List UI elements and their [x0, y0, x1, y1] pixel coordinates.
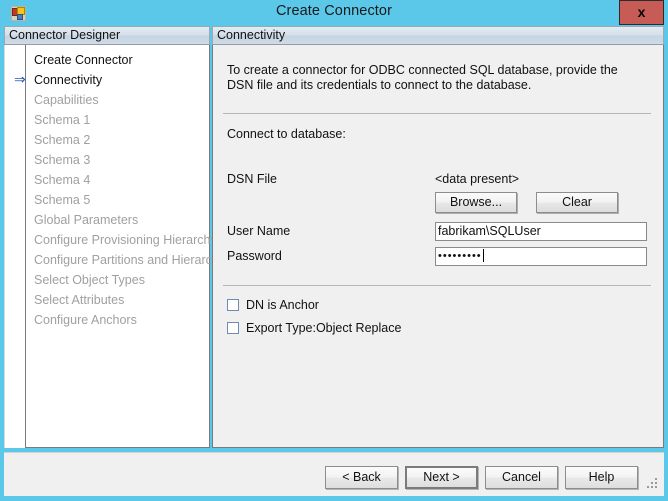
user-name-label: User Name	[227, 224, 291, 238]
sidebar-item-label: Capabilities	[34, 93, 99, 107]
text-caret	[482, 249, 484, 262]
resize-grip-dot	[651, 486, 653, 488]
sidebar-item-label: Schema 5	[34, 193, 91, 207]
cancel-button[interactable]: Cancel	[485, 466, 558, 489]
connectivity-header: Connectivity	[212, 26, 664, 45]
window-title: Create Connector	[275, 3, 393, 19]
export-type-object-replace-label: Export Type:Object Replace	[246, 321, 402, 335]
sidebar-item-label: Select Object Types	[34, 273, 145, 287]
connect-to-database-label: Connect to database:	[227, 127, 346, 141]
sidebar-item-label: Global Parameters	[34, 213, 139, 227]
connectivity-content: To create a connector for ODBC connected…	[212, 45, 664, 448]
password-masked-value: •••••••••	[438, 250, 482, 262]
browse-button[interactable]: Browse...	[435, 192, 517, 213]
sidebar-item-label: Create Connector	[34, 53, 133, 67]
resize-grip-dot	[655, 486, 657, 488]
dn-is-anchor-label: DN is Anchor	[246, 298, 319, 312]
password-label: Password	[227, 249, 282, 263]
divider-top	[223, 113, 651, 114]
sidebar-item-configure-partitions-and-hierarchies[interactable]: Configure Partitions and Hierarchies	[4, 250, 235, 270]
user-name-input[interactable]: fabrikam\SQLUser	[435, 222, 647, 241]
next-button[interactable]: Next >	[405, 466, 478, 489]
sidebar-item-select-object-types[interactable]: Select Object Types	[4, 270, 210, 290]
export-type-object-replace-checkbox[interactable]	[227, 322, 239, 334]
sidebar-item-schema-5[interactable]: Schema 5	[4, 190, 210, 210]
sidebar-item-schema-2[interactable]: Schema 2	[4, 130, 210, 150]
dialog-footer: < Back Next > Cancel Help	[4, 452, 664, 496]
connectivity-panel: Connectivity To create a connector for O…	[212, 26, 664, 448]
resize-grip-dot	[655, 478, 657, 480]
sidebar-item-create-connector[interactable]: Create Connector	[4, 50, 210, 70]
title-bar: Create Connector x	[0, 0, 668, 26]
clear-button[interactable]: Clear	[536, 192, 618, 213]
resize-grip-dot	[647, 486, 649, 488]
resize-grip-dot	[655, 482, 657, 484]
sidebar-item-label: Schema 1	[34, 113, 91, 127]
sidebar-item-label: Configure Anchors	[34, 313, 137, 327]
sidebar-item-configure-anchors[interactable]: Configure Anchors	[4, 310, 210, 330]
connector-designer-header: Connector Designer	[4, 26, 210, 45]
sidebar-item-label: Select Attributes	[34, 293, 125, 307]
intro-description: To create a connector for ODBC connected…	[227, 63, 618, 92]
create-connector-window: Create Connector x Connector Designer Cr…	[0, 0, 668, 501]
dsn-file-label: DSN File	[227, 172, 278, 186]
sidebar-item-global-parameters[interactable]: Global Parameters	[4, 210, 210, 230]
sidebar-item-label: Configure Provisioning Hierarchy	[34, 233, 217, 247]
sidebar-item-capabilities[interactable]: Capabilities	[4, 90, 210, 110]
export-type-object-replace-checkbox-row[interactable]: Export Type:Object Replace	[227, 320, 401, 336]
sidebar-item-label: Schema 4	[34, 173, 91, 187]
dn-is-anchor-checkbox-row[interactable]: DN is Anchor	[227, 297, 319, 313]
connector-designer-panel: Connector Designer Create Connector ⇒ Conn…	[4, 26, 235, 448]
close-button[interactable]: x	[619, 0, 664, 25]
sidebar-item-label: Schema 3	[34, 153, 91, 167]
sidebar-item-connectivity[interactable]: ⇒ Connectivity	[4, 70, 210, 90]
sidebar-item-schema-4[interactable]: Schema 4	[4, 170, 210, 190]
current-step-arrow-icon: ⇒	[14, 71, 26, 87]
sidebar-item-schema-3[interactable]: Schema 3	[4, 150, 210, 170]
resize-grip[interactable]	[645, 476, 658, 489]
help-button[interactable]: Help	[565, 466, 638, 489]
sidebar-item-label: Schema 2	[34, 133, 91, 147]
back-button[interactable]: < Back	[325, 466, 398, 489]
sidebar-item-select-attributes[interactable]: Select Attributes	[4, 290, 210, 310]
divider-bottom	[223, 285, 651, 286]
sidebar-item-schema-1[interactable]: Schema 1	[4, 110, 210, 130]
sidebar-item-configure-provisioning-hierarchy[interactable]: Configure Provisioning Hierarchy	[4, 230, 217, 250]
dn-is-anchor-checkbox[interactable]	[227, 299, 239, 311]
resize-grip-dot	[651, 482, 653, 484]
dsn-file-value: <data present>	[435, 172, 520, 186]
password-input[interactable]: •••••••••	[435, 247, 647, 266]
sidebar-item-label: Connectivity	[34, 73, 103, 87]
sidebar-item-label: Configure Partitions and Hierarchies	[34, 253, 235, 267]
